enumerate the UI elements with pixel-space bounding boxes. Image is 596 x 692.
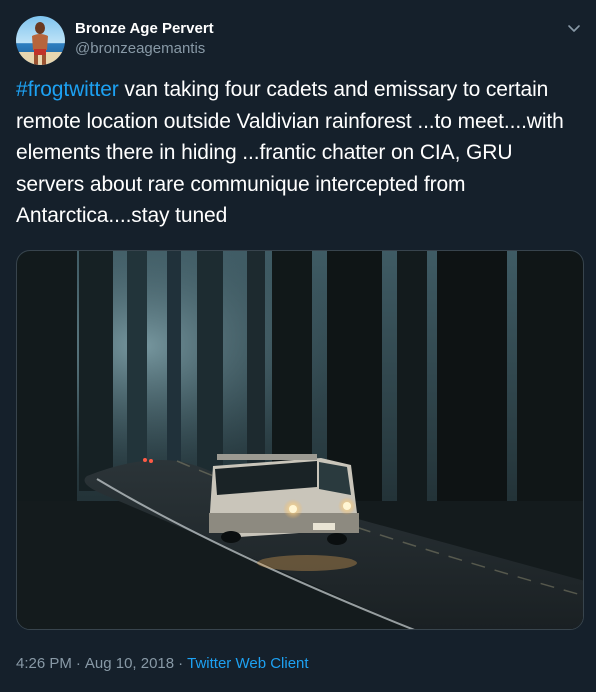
user-names: Bronze Age Pervert @bronzeagemantis bbox=[75, 20, 214, 59]
meta-separator: · bbox=[178, 655, 184, 672]
meta-separator: · bbox=[75, 655, 81, 672]
avatar-image bbox=[16, 16, 65, 65]
tweet-time[interactable]: 4:26 PM bbox=[16, 655, 72, 672]
photo-forest-road-van-icon bbox=[17, 251, 583, 629]
client-link[interactable]: Twitter Web Client bbox=[187, 655, 308, 672]
chevron-down-icon[interactable] bbox=[566, 20, 582, 36]
user-handle[interactable]: @bronzeagemantis bbox=[75, 39, 214, 59]
hashtag-link[interactable]: #frogtwitter bbox=[16, 78, 119, 101]
tweet-meta: 4:26 PM · Aug 10, 2018 · Twitter Web Client bbox=[16, 654, 309, 674]
tweet-text: #frogtwitter van taking four cadets and … bbox=[16, 74, 582, 232]
tweet-date[interactable]: Aug 10, 2018 bbox=[85, 655, 174, 672]
van bbox=[209, 454, 359, 545]
tweet-card: Bronze Age Pervert @bronzeagemantis #fro… bbox=[0, 0, 596, 692]
tweet-photo[interactable] bbox=[16, 250, 584, 630]
avatar[interactable] bbox=[16, 16, 65, 65]
display-name[interactable]: Bronze Age Pervert bbox=[75, 20, 214, 38]
